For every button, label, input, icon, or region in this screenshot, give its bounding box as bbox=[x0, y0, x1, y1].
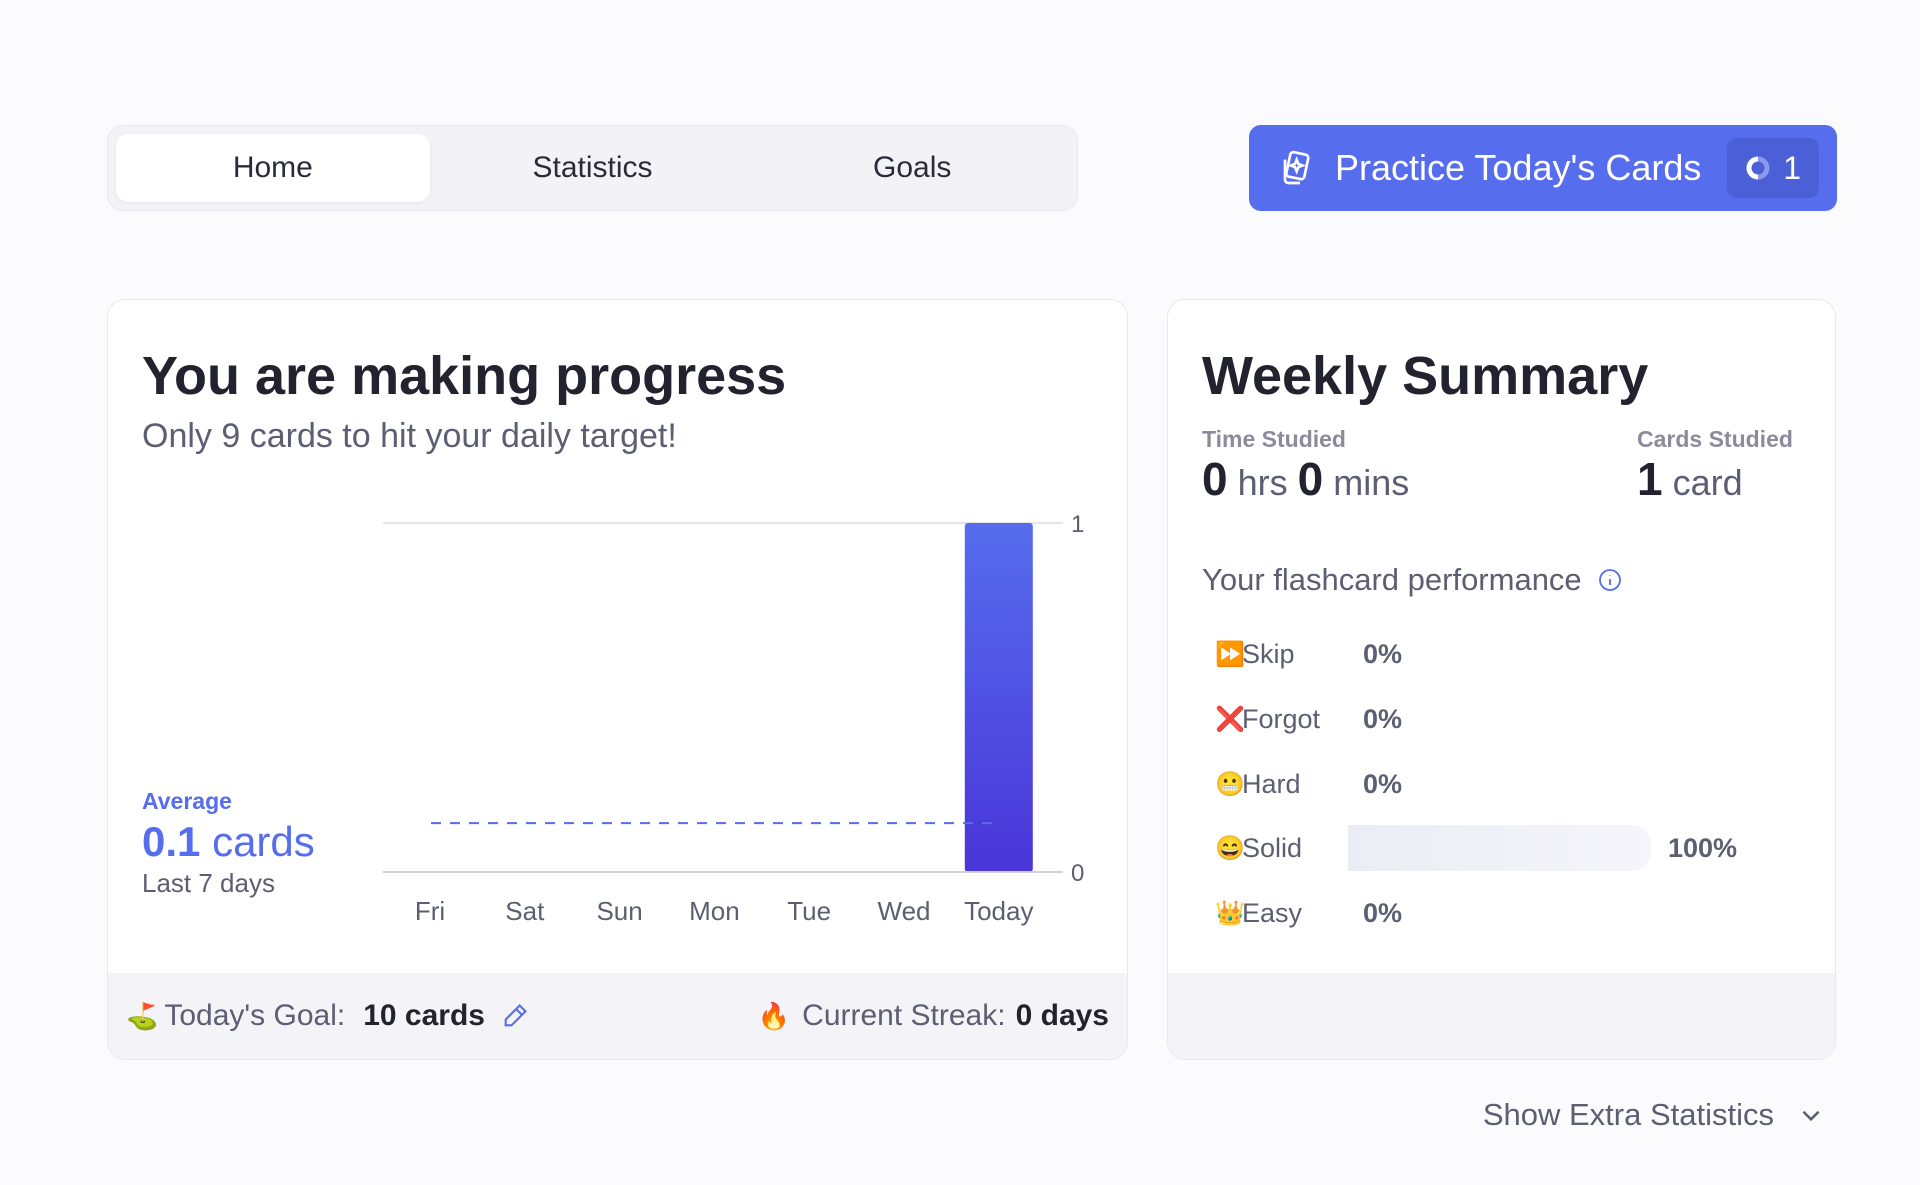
rating-name: Forgot bbox=[1242, 703, 1321, 734]
rating-name: Skip bbox=[1242, 638, 1295, 669]
rating-percent: 100% bbox=[1668, 832, 1738, 863]
performance-heading: Your flashcard performance bbox=[1202, 562, 1622, 598]
easy-icon: 👑 bbox=[1215, 899, 1245, 927]
forgot-icon: ❌ bbox=[1215, 705, 1245, 733]
y-tick-label: 0 bbox=[1071, 860, 1084, 887]
time-studied-label: Time Studied bbox=[1202, 426, 1346, 452]
weekly-footer bbox=[1168, 973, 1835, 1059]
performance-row-solid: 😄 Solid 100% bbox=[1215, 825, 1775, 871]
performance-row-easy: 👑 Easy 0% bbox=[1215, 890, 1775, 936]
bar-today bbox=[964, 523, 1033, 872]
rating-percent: 0% bbox=[1363, 768, 1403, 799]
x-tick-label: Sun bbox=[596, 896, 642, 926]
rating-percent: 0% bbox=[1363, 638, 1403, 669]
skip-icon: ⏩ bbox=[1215, 640, 1245, 668]
cards-studied-label: Cards Studied bbox=[1637, 426, 1793, 452]
info-icon[interactable] bbox=[1598, 568, 1622, 592]
weekly-summary-card bbox=[1167, 299, 1836, 1060]
x-tick-label: Fri bbox=[415, 896, 445, 926]
performance-row-hard: 😬 Hard 0% bbox=[1215, 761, 1775, 807]
performance-bar bbox=[1348, 825, 1651, 871]
rating-percent: 0% bbox=[1363, 897, 1403, 928]
x-tick-label: Wed bbox=[878, 896, 931, 926]
performance-row-skip: ⏩ Skip 0% bbox=[1215, 631, 1775, 677]
chevron-down-icon bbox=[1802, 1110, 1820, 1122]
x-tick-label: Today bbox=[964, 896, 1033, 926]
weekly-title: Weekly Summary bbox=[1202, 346, 1649, 406]
y-tick-label: 1 bbox=[1071, 511, 1084, 538]
x-tick-label: Tue bbox=[787, 896, 831, 926]
show-extra-statistics-button[interactable]: Show Extra Statistics bbox=[1483, 1097, 1824, 1133]
rating-percent: 0% bbox=[1363, 703, 1403, 734]
performance-row-forgot: ❌ Forgot 0% bbox=[1215, 696, 1775, 742]
hard-icon: 😬 bbox=[1215, 770, 1245, 798]
performance-title: Your flashcard performance bbox=[1202, 562, 1582, 597]
x-tick-label: Mon bbox=[689, 896, 740, 926]
show-extra-label: Show Extra Statistics bbox=[1482, 1097, 1774, 1132]
rating-name: Hard bbox=[1242, 768, 1301, 799]
time-studied-value: 0 hrs 0 mins bbox=[1202, 453, 1410, 505]
cards-studied-value: 1 card bbox=[1637, 453, 1743, 505]
x-tick-label: Sat bbox=[505, 896, 545, 926]
rating-name: Solid bbox=[1242, 832, 1303, 863]
solid-icon: 😄 bbox=[1215, 834, 1245, 862]
rating-name: Easy bbox=[1242, 897, 1303, 928]
